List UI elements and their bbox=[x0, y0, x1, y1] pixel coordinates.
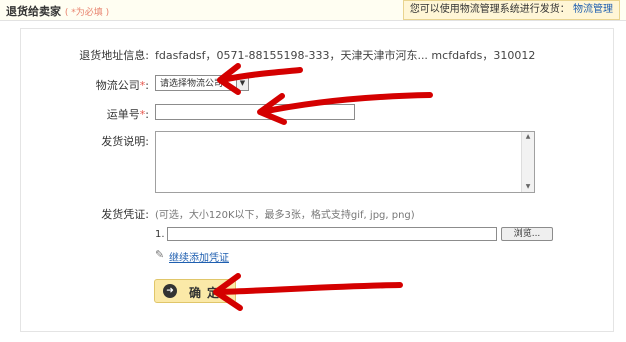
label-colon: : bbox=[145, 108, 149, 121]
tracking-number-input[interactable] bbox=[155, 104, 355, 120]
scroll-up-icon[interactable]: ▲ bbox=[522, 132, 534, 142]
shipping-note-label: 发货说明: bbox=[101, 135, 149, 148]
voucher-label: 发货凭证: bbox=[101, 208, 149, 221]
required-note: ( *为必填 ) bbox=[64, 8, 110, 18]
header-bar: 退货给卖家 ( *为必填 ) 您可以使用物流管理系统进行发货： 物流管理 bbox=[0, 0, 626, 21]
logistics-tip-box: 您可以使用物流管理系统进行发货： 物流管理 bbox=[402, 0, 620, 20]
confirm-label: 确定 bbox=[189, 286, 226, 300]
return-form-card: 退货地址信息: fdasfadsf，0571-88155198-333，天津天津… bbox=[20, 28, 614, 332]
page-title: 退货给卖家 ( *为必填 ) bbox=[6, 3, 109, 19]
page-title-text: 退货给卖家 bbox=[6, 5, 61, 18]
confirm-button[interactable]: ➜ 确定 bbox=[154, 279, 236, 303]
browse-button[interactable]: 浏览... bbox=[501, 227, 553, 241]
label-colon: : bbox=[145, 79, 149, 92]
logistics-management-link[interactable]: 物流管理 bbox=[573, 4, 613, 15]
scroll-down-icon[interactable]: ▼ bbox=[522, 182, 534, 192]
tracking-label: 运单号*: bbox=[39, 106, 149, 122]
paperclip-icon: ✎ bbox=[155, 248, 165, 261]
voucher-file-input[interactable] bbox=[167, 227, 497, 241]
chevron-down-icon[interactable]: ▼ bbox=[237, 75, 249, 91]
logistics-label-text: 物流公司 bbox=[95, 79, 140, 92]
logistics-label: 物流公司*: bbox=[39, 77, 149, 93]
address-value: fdasfadsf，0571-88155198-333，天津天津市河东... m… bbox=[155, 49, 536, 62]
address-label: 退货地址信息: bbox=[79, 49, 149, 62]
shipping-note-textarea[interactable]: ▲ ▼ bbox=[155, 131, 535, 193]
textarea-scrollbar[interactable]: ▲ ▼ bbox=[521, 132, 534, 192]
tracking-label-text: 运单号 bbox=[106, 108, 140, 121]
file-row-number: 1. bbox=[155, 229, 165, 240]
voucher-hint: (可选，大小120K以下，最多3张，格式支持gif, jpg, png) bbox=[155, 210, 415, 221]
add-voucher-link[interactable]: 继续添加凭证 bbox=[169, 249, 229, 264]
logistics-select[interactable]: 请选择物流公司 bbox=[155, 75, 237, 91]
arrow-right-icon: ➜ bbox=[163, 284, 177, 298]
tip-text: 您可以使用物流管理系统进行发货： bbox=[409, 4, 570, 15]
